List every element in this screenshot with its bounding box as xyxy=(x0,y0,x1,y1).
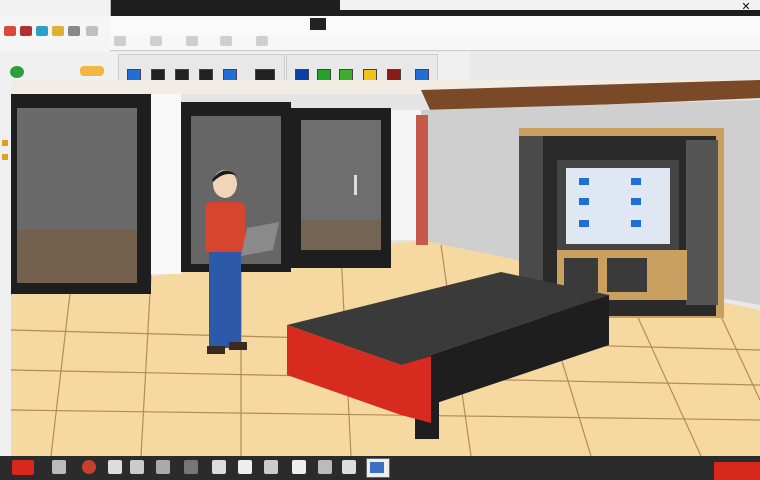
person-shirt xyxy=(205,202,245,254)
cabinet-shelf-right xyxy=(686,140,718,305)
shield-icon[interactable] xyxy=(342,460,356,474)
photo-icon[interactable] xyxy=(212,460,226,474)
play-icon[interactable] xyxy=(108,460,122,474)
push-pull-icon[interactable] xyxy=(256,36,268,46)
rotate-icon[interactable] xyxy=(186,36,198,46)
select-icon[interactable] xyxy=(114,36,126,46)
tool-icon[interactable] xyxy=(86,26,98,36)
cabinet-shelf-left xyxy=(519,136,543,286)
taskbar xyxy=(0,456,760,480)
person-shoe-left xyxy=(207,346,225,354)
layer-icon[interactable] xyxy=(36,26,48,36)
window-icon[interactable] xyxy=(130,460,144,474)
app-icon[interactable] xyxy=(318,460,332,474)
note-icon[interactable] xyxy=(184,460,198,474)
view-icon[interactable] xyxy=(68,26,80,36)
tab-icon[interactable] xyxy=(156,460,170,474)
main-toolbar xyxy=(0,16,110,53)
secondary-toolbar xyxy=(110,34,760,51)
3d-viewport[interactable] xyxy=(11,80,760,456)
move-icon[interactable] xyxy=(150,36,162,46)
door-floor-right xyxy=(301,220,381,250)
notification-badge[interactable] xyxy=(714,462,760,480)
cloud-icon[interactable] xyxy=(292,460,306,474)
paint-bucket-icon[interactable] xyxy=(10,66,24,78)
menu-bar xyxy=(110,16,760,35)
pen-icon[interactable] xyxy=(238,460,252,474)
scene-canvas[interactable] xyxy=(11,80,760,456)
active-window-icon xyxy=(370,462,384,473)
door-floor-reflection xyxy=(17,230,137,283)
person-pants xyxy=(209,252,241,348)
wall-pillar xyxy=(151,94,181,274)
app-icon[interactable] xyxy=(4,26,16,36)
sidebar-marker-icon[interactable] xyxy=(2,154,8,160)
menu-field[interactable] xyxy=(310,18,326,30)
scale-icon[interactable] xyxy=(220,36,232,46)
file-icon[interactable] xyxy=(20,26,32,36)
wall-panel-red xyxy=(416,115,428,245)
folder-icon[interactable] xyxy=(52,460,66,474)
console-drawer-2 xyxy=(607,258,647,292)
pencil-icon[interactable] xyxy=(80,66,104,76)
person-shoe-right xyxy=(229,342,247,350)
platform-red-edge xyxy=(401,356,431,423)
layer-yellow-icon[interactable] xyxy=(52,26,64,36)
taskbar-active-window[interactable] xyxy=(366,458,390,478)
app-title-area xyxy=(0,0,111,16)
browser-icon[interactable] xyxy=(82,460,96,474)
sidebar-marker-icon[interactable] xyxy=(2,140,8,146)
tool-icon[interactable] xyxy=(264,460,278,474)
record-icon[interactable] xyxy=(12,460,34,475)
door-handle xyxy=(354,175,357,195)
close-icon[interactable]: ✕ xyxy=(740,1,752,13)
title-bar-right xyxy=(340,0,760,10)
